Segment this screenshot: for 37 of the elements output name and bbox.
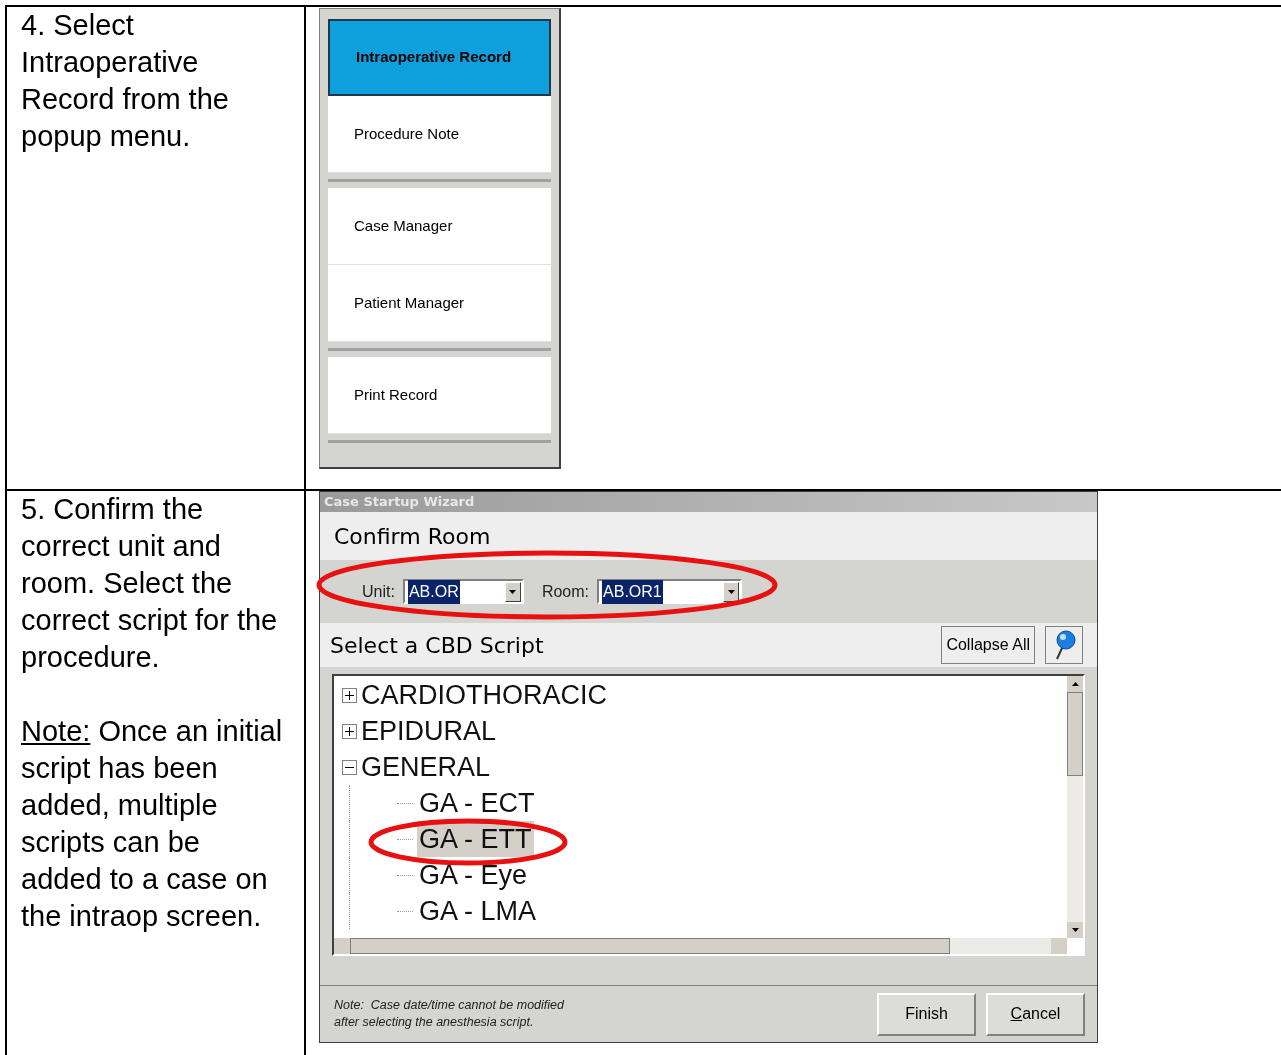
- collapse-icon[interactable]: [342, 759, 357, 775]
- expand-icon[interactable]: [342, 687, 357, 703]
- collapse-all-button[interactable]: Collapse All: [941, 626, 1035, 664]
- note-text: Note: Once an initial script has been added, multiple scripts can be added to a case on the intraop screen.: [21, 714, 284, 934]
- dialog-title-bar: Case Startup Wizard: [320, 492, 1097, 512]
- section-title: Confirm Room: [334, 522, 491, 551]
- room-label: Room:: [541, 581, 590, 602]
- menu-item[interactable]: Case Manager: [328, 188, 551, 265]
- expand-icon[interactable]: [342, 723, 357, 739]
- pin-button[interactable]: [1045, 626, 1083, 664]
- unit-label: Unit:: [362, 581, 395, 602]
- tree-item[interactable]: CARDIOTHORACIC: [361, 677, 607, 713]
- dropdown-arrow-button[interactable]: [504, 581, 521, 602]
- menu-item[interactable]: Patient Manager: [328, 265, 551, 342]
- tree-item[interactable]: GA - Eye: [417, 857, 530, 893]
- tree-item[interactable]: GA - ECT: [417, 785, 537, 821]
- dropdown-arrow-button[interactable]: [723, 581, 740, 602]
- menu-item[interactable]: Print Record: [328, 357, 551, 434]
- tree-item[interactable]: GENERAL: [361, 749, 491, 785]
- horizontal-scrollbar[interactable]: [334, 938, 1067, 954]
- menu-item[interactable]: Intraoperative Record: [328, 19, 551, 96]
- footer-note: Note: Case date/time cannot be modified after selecting the anesthesia script.: [334, 997, 564, 1031]
- room-dropdown[interactable]: AB.OR1: [597, 579, 743, 604]
- down-arrow-icon[interactable]: [1071, 928, 1079, 932]
- section-title: Select a CBD Script: [330, 631, 544, 660]
- caret-icon: [727, 589, 735, 594]
- tree-item[interactable]: GA - LMA: [417, 893, 539, 929]
- finish-button[interactable]: Finish: [877, 992, 976, 1036]
- cancel-button[interactable]: Cancel: [986, 992, 1085, 1036]
- unit-dropdown[interactable]: AB.OR: [402, 579, 524, 604]
- instruction-text: 4. Select Intraoperative Record from the popup menu.: [21, 8, 230, 154]
- menu-item[interactable]: Procedure Note: [328, 96, 551, 173]
- tree-item[interactable]: EPIDURAL: [361, 713, 497, 749]
- caret-icon: [509, 589, 517, 594]
- up-arrow-icon[interactable]: [1071, 682, 1079, 686]
- instruction-text: 5. Confirm the correct unit and room. Select the correct script for the procedure.: [21, 492, 279, 675]
- vertical-scrollbar[interactable]: [1067, 676, 1083, 938]
